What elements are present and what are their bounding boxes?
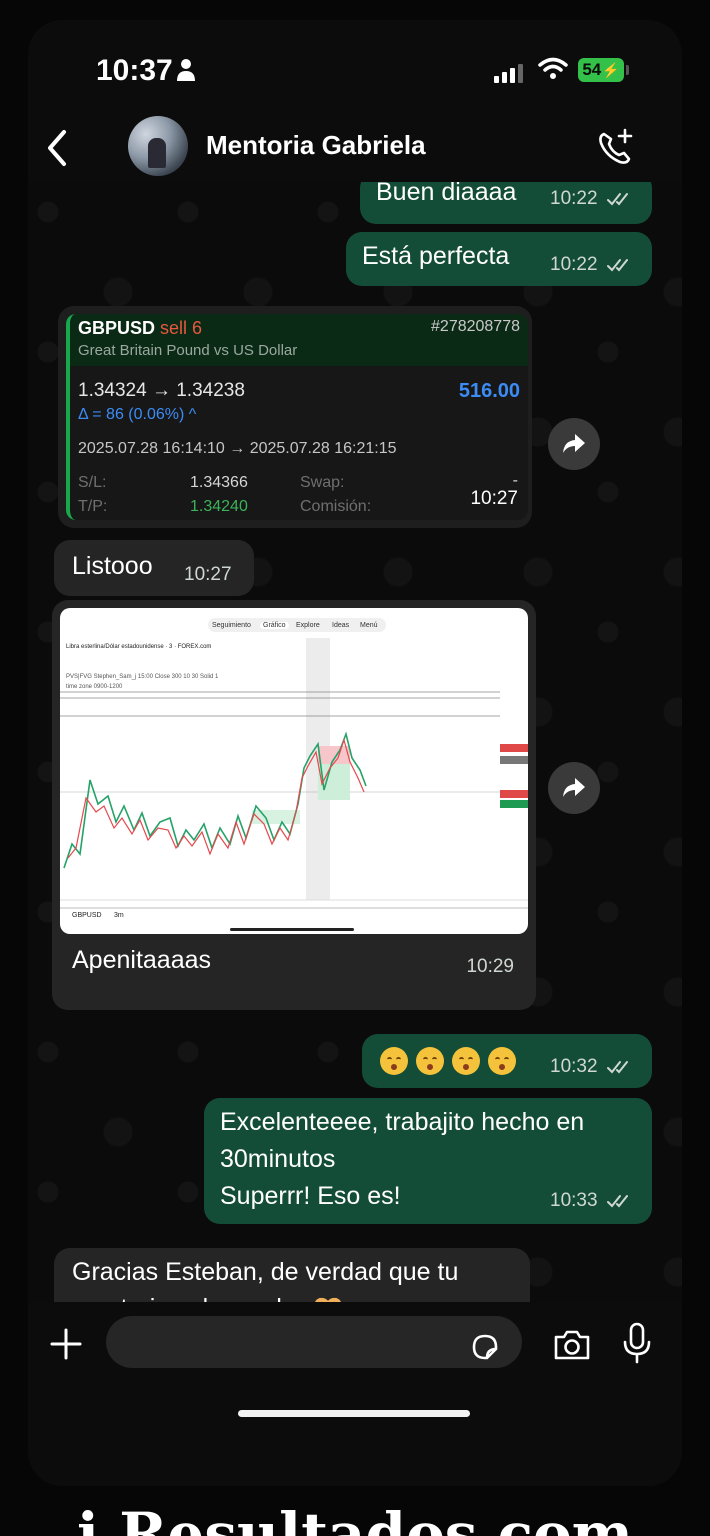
back-chevron-icon[interactable] <box>42 128 72 168</box>
tired-face-emoji-icon <box>380 1047 408 1076</box>
forward-arrow-icon <box>563 778 585 797</box>
chart-interval: 3m <box>114 912 124 919</box>
message-time: 10:33 <box>550 1190 633 1212</box>
commission-label: Comisión: <box>300 498 372 515</box>
chart-screenshot-image[interactable]: Seguimiento Gráfico Explore Ideas Menú L… <box>60 608 528 934</box>
chart-scroll-indicator <box>230 928 354 931</box>
wifi-icon <box>538 57 568 79</box>
swap-label: Swap: <box>300 474 345 491</box>
phone-screen: 10:37 54 ⚡ Mentoria Gabriela Buen diaaaa… <box>28 20 682 1486</box>
outgoing-message[interactable]: 10:32 <box>362 1034 652 1088</box>
status-bar: 10:37 54 ⚡ <box>28 20 682 120</box>
incoming-message[interactable]: Gracias Esteban, de verdad que tu mentor… <box>54 1248 530 1302</box>
message-time: 10:32 <box>550 1056 633 1078</box>
trade-ticket: #278208778 <box>431 318 520 335</box>
battery-tip <box>626 65 629 75</box>
trade-card: GBPUSD sell 6 #278208778 Great Britain P… <box>66 314 528 520</box>
emoji-row <box>380 1046 524 1076</box>
trade-dates: 2025.07.28 16:14:10 → 2025.07.28 16:21:1… <box>78 440 397 457</box>
trade-screenshot-message[interactable]: GBPUSD sell 6 #278208778 Great Britain P… <box>58 306 532 528</box>
trade-direction: sell 6 <box>160 318 203 338</box>
tired-face-emoji-icon <box>488 1047 516 1076</box>
candlestick-chart <box>60 638 528 909</box>
trade-profit: 516.00 <box>458 380 520 402</box>
message-input[interactable] <box>106 1316 522 1368</box>
message-text: Excelenteeee, trabajito hecho en 30minut… <box>220 1108 585 1210</box>
battery-indicator: 54 ⚡ <box>578 58 624 82</box>
outgoing-message[interactable]: Excelenteeee, trabajito hecho en 30minut… <box>204 1098 652 1224</box>
message-time: 10:22 <box>550 188 633 210</box>
chat-header: Mentoria Gabriela <box>28 116 682 182</box>
message-time: 10:22 <box>550 254 633 276</box>
message-text: Gracias Esteban, de verdad que tu mentor… <box>72 1254 458 1302</box>
message-text: Listooo <box>72 552 153 580</box>
home-indicator <box>238 1410 470 1417</box>
composer-bar <box>28 1302 682 1486</box>
sl-label: S/L: <box>78 474 107 491</box>
message-list[interactable]: Buen diaaaa 10:22 Está perfecta 10:22 GB… <box>28 182 682 1302</box>
message-text: Está perfecta <box>362 242 510 270</box>
contact-name[interactable]: Mentoria Gabriela <box>206 130 426 161</box>
signal-icon <box>494 64 526 83</box>
person-icon <box>177 59 195 81</box>
trade-symbol: GBPUSD sell 6 <box>78 318 203 338</box>
chart-symbol: GBPUSD <box>72 912 102 919</box>
sticker-icon[interactable] <box>470 1332 500 1362</box>
chart-screenshot-message[interactable]: Seguimiento Gráfico Explore Ideas Menú L… <box>52 600 536 1010</box>
bottom-caption: i Resultados com meu Esquema! <box>76 1500 633 1536</box>
sl-value: 1.34366 <box>190 474 248 491</box>
tp-label: T/P: <box>78 498 108 515</box>
message-text: Buen diaaaa <box>376 182 517 206</box>
trade-card-header: GBPUSD sell 6 #278208778 Great Britain P… <box>70 314 528 366</box>
incoming-message[interactable]: Listooo 10:27 <box>54 540 254 596</box>
message-time: 10:29 <box>466 956 514 977</box>
tired-face-emoji-icon <box>416 1047 444 1076</box>
trade-prices: 1.34324 → 1.34238 <box>78 380 245 401</box>
trade-description: Great Britain Pound vs US Dollar <box>78 342 298 359</box>
double-check-icon <box>606 192 628 206</box>
camera-icon[interactable] <box>552 1328 592 1362</box>
message-text: Apenitaaaas <box>72 946 212 974</box>
trade-delta: Δ = 86 (0.06%) ^ <box>78 406 197 423</box>
battery-level: 54 <box>582 60 602 79</box>
forward-button[interactable] <box>548 418 600 470</box>
double-check-icon <box>606 258 628 272</box>
tp-value: 1.34240 <box>190 498 248 515</box>
message-time: 10:27 <box>470 488 518 509</box>
add-call-icon[interactable] <box>596 128 636 168</box>
forward-arrow-icon <box>563 434 585 453</box>
status-time: 10:37 <box>96 54 173 87</box>
outgoing-message[interactable]: Buen diaaaa 10:22 <box>360 182 652 224</box>
message-time: 10:27 <box>184 564 232 585</box>
double-check-icon <box>606 1060 628 1074</box>
plus-icon[interactable] <box>48 1326 84 1362</box>
outgoing-message[interactable]: Está perfecta 10:22 <box>346 232 652 286</box>
charging-icon: ⚡ <box>602 61 620 78</box>
double-check-icon <box>606 1194 628 1208</box>
microphone-icon[interactable] <box>622 1322 652 1364</box>
forward-button[interactable] <box>548 762 600 814</box>
contact-avatar[interactable] <box>128 116 188 176</box>
tired-face-emoji-icon <box>452 1047 480 1076</box>
